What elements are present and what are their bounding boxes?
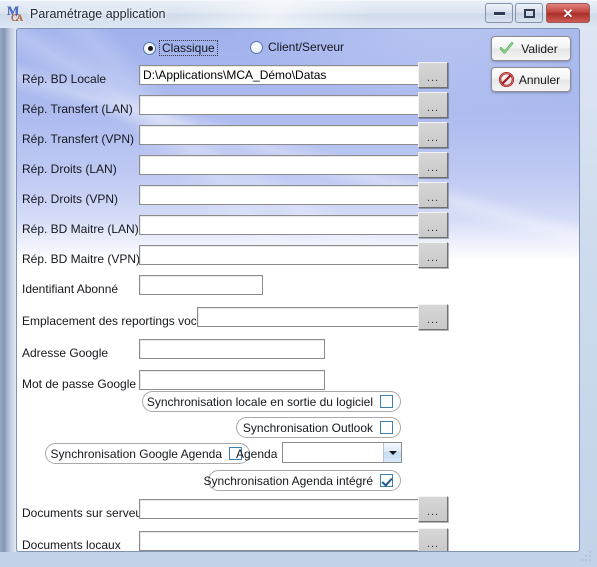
input-rep-transfert-lan[interactable] xyxy=(139,95,422,115)
checkbox-sync-google-agenda[interactable]: Synchronisation Google Agenda xyxy=(45,443,250,464)
close-button[interactable]: ✕ xyxy=(546,3,590,23)
validate-button-label: Valider xyxy=(521,41,558,56)
label-adresse-google: Adresse Google xyxy=(22,346,109,360)
radio-client-serveur-label: Client/Serveur xyxy=(268,40,345,54)
checkbox-sync-locale-sortie-box[interactable] xyxy=(380,395,393,408)
browse-rep-droits-lan[interactable]: ... xyxy=(418,152,448,178)
browse-rep-droits-vpn[interactable]: ... xyxy=(418,182,448,208)
label-rep-droits-lan: Rép. Droits (LAN) xyxy=(22,162,117,176)
checkbox-sync-agenda-integre-label: Synchronisation Agenda intégré xyxy=(203,473,373,488)
browse-rep-bd-locale[interactable]: ... xyxy=(418,62,448,88)
browse-reportings-vocaux[interactable]: ... xyxy=(418,304,448,330)
chevron-down-icon[interactable] xyxy=(383,443,401,462)
label-rep-droits-vpn: Rép. Droits (VPN) xyxy=(22,192,119,206)
label-identifiant-abonne: Identifiant Abonné xyxy=(22,282,119,296)
browse-rep-transfert-vpn[interactable]: ... xyxy=(418,122,448,148)
window-title: Paramétrage application xyxy=(30,7,166,21)
label-mot-de-passe-google: Mot de passe Google xyxy=(22,377,137,391)
browse-rep-bd-maitre-vpn[interactable]: ... xyxy=(418,242,448,268)
settings-panel: Classique Client/Serveur Valider Annuler… xyxy=(16,28,580,552)
radio-classique-label: Classique xyxy=(159,40,218,56)
input-reportings-vocaux[interactable] xyxy=(197,307,422,327)
select-agenda[interactable] xyxy=(282,442,402,463)
maximize-button[interactable] xyxy=(515,3,543,23)
validate-button[interactable]: Valider xyxy=(491,36,571,61)
input-documents-locaux[interactable] xyxy=(139,531,422,551)
label-rep-bd-maitre-vpn: Rép. BD Maitre (VPN) xyxy=(22,252,141,266)
input-rep-transfert-vpn[interactable] xyxy=(139,125,422,145)
input-rep-bd-maitre-vpn[interactable] xyxy=(139,245,422,265)
input-rep-droits-vpn[interactable] xyxy=(139,185,422,205)
label-rep-transfert-vpn: Rép. Transfert (VPN) xyxy=(22,132,135,146)
label-agenda: Agenda xyxy=(236,447,278,461)
maximize-icon xyxy=(523,8,535,18)
application-window: M CA Paramétrage application ✕ Classique … xyxy=(0,0,597,567)
browse-rep-bd-maitre-lan[interactable]: ... xyxy=(418,212,448,238)
input-identifiant-abonne[interactable] xyxy=(139,275,263,295)
checkbox-sync-outlook-label: Synchronisation Outlook xyxy=(242,420,373,435)
resize-grip[interactable] xyxy=(580,550,593,563)
input-documents-serveur[interactable] xyxy=(139,499,422,519)
label-documents-serveur: Documents sur serveur xyxy=(22,506,147,520)
mca-app-icon: M CA xyxy=(7,3,23,23)
minimize-icon xyxy=(493,11,505,15)
checkbox-sync-outlook[interactable]: Synchronisation Outlook xyxy=(236,417,401,438)
cancel-button-label: Annuler xyxy=(518,72,561,87)
input-adresse-google[interactable] xyxy=(139,339,325,359)
label-documents-locaux: Documents locaux xyxy=(22,538,121,552)
label-rep-transfert-lan: Rép. Transfert (LAN) xyxy=(22,102,133,116)
checkbox-sync-outlook-box[interactable] xyxy=(380,421,393,434)
input-rep-droits-lan[interactable] xyxy=(139,155,422,175)
browse-documents-serveur[interactable]: ... xyxy=(418,496,448,522)
title-bar: M CA Paramétrage application ✕ xyxy=(0,0,597,28)
checkbox-sync-google-agenda-label: Synchronisation Google Agenda xyxy=(50,446,222,461)
window-left-bevel xyxy=(0,28,16,552)
checkbox-sync-locale-sortie-label: Synchronisation locale en sortie du logi… xyxy=(146,394,373,409)
label-rep-bd-maitre-lan: Rép. BD Maitre (LAN) xyxy=(22,222,139,236)
input-rep-bd-maitre-lan[interactable] xyxy=(139,215,422,235)
minimize-button[interactable] xyxy=(485,3,513,23)
radio-client-serveur[interactable]: Client/Serveur xyxy=(250,40,344,54)
browse-rep-transfert-lan[interactable]: ... xyxy=(418,92,448,118)
checkbox-sync-agenda-integre-box[interactable] xyxy=(380,474,393,487)
radio-client-serveur-indicator xyxy=(250,40,263,54)
label-rep-bd-locale: Rép. BD Locale xyxy=(22,72,107,86)
checkbox-sync-agenda-integre[interactable]: Synchronisation Agenda intégré xyxy=(204,470,401,491)
cancel-button[interactable]: Annuler xyxy=(491,67,571,92)
close-icon: ✕ xyxy=(562,5,574,21)
red-forbidden-icon xyxy=(498,71,515,88)
checkbox-sync-locale-sortie[interactable]: Synchronisation locale en sortie du logi… xyxy=(142,391,401,412)
radio-classique[interactable]: Classique xyxy=(143,40,218,56)
label-reportings-vocaux: Emplacement des reportings vocaux xyxy=(22,314,217,328)
input-mot-de-passe-google[interactable] xyxy=(139,370,325,390)
input-rep-bd-locale[interactable] xyxy=(139,65,422,85)
browse-documents-locaux[interactable]: ... xyxy=(418,528,448,551)
radio-classique-indicator xyxy=(143,41,156,55)
green-check-icon xyxy=(498,40,515,57)
